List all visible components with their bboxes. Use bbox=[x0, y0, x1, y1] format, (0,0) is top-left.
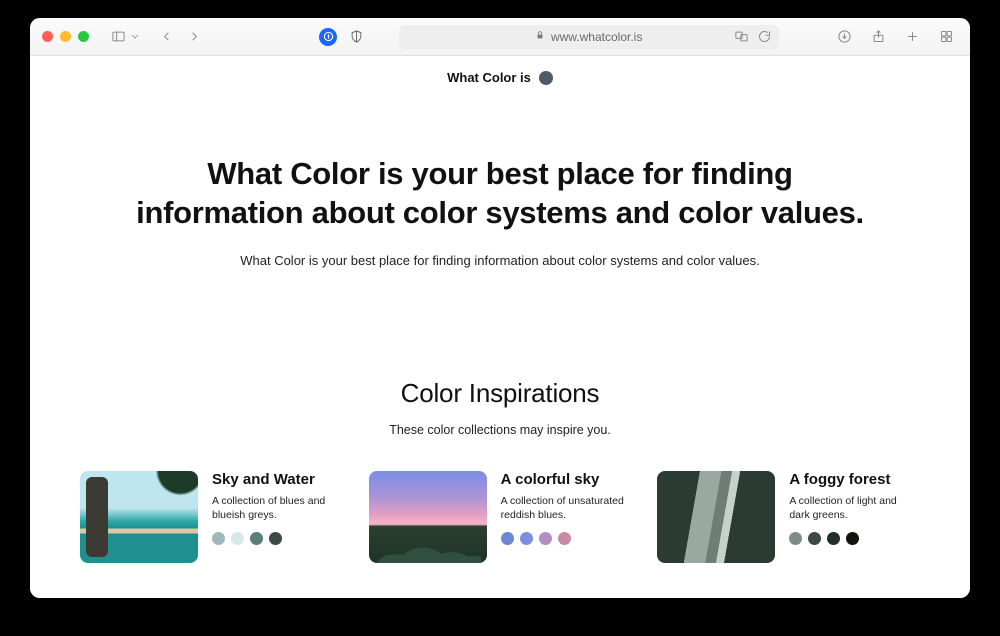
inspirations-heading: Color Inspirations bbox=[30, 378, 970, 409]
address-bar[interactable]: www.whatcolor.is bbox=[399, 25, 779, 49]
inspiration-cards: Sky and Water A collection of blues and … bbox=[30, 437, 970, 563]
browser-toolbar: www.whatcolor.is bbox=[30, 18, 970, 56]
color-swatch[interactable] bbox=[212, 532, 225, 545]
site-brand[interactable]: What Color is bbox=[30, 56, 970, 95]
inspiration-card[interactable]: Sky and Water A collection of blues and … bbox=[80, 471, 343, 563]
inspiration-thumbnail bbox=[369, 471, 487, 563]
new-tab-button[interactable] bbox=[902, 26, 924, 48]
close-window-button[interactable] bbox=[42, 31, 53, 42]
privacy-shield-icon[interactable] bbox=[345, 26, 367, 48]
lock-icon bbox=[535, 30, 545, 43]
sidebar-toggle-button[interactable] bbox=[107, 26, 129, 48]
inspiration-description: A collection of light and dark greens. bbox=[789, 494, 920, 522]
inspirations-section: Color Inspirations These color collectio… bbox=[30, 378, 970, 563]
swatch-row bbox=[212, 532, 343, 545]
inspiration-description: A collection of unsaturated reddish blue… bbox=[501, 494, 632, 522]
hero-headline: What Color is your best place for findin… bbox=[130, 155, 870, 233]
back-button[interactable] bbox=[155, 26, 177, 48]
url-text: www.whatcolor.is bbox=[551, 30, 642, 44]
downloads-button[interactable] bbox=[834, 26, 856, 48]
forward-button[interactable] bbox=[183, 26, 205, 48]
share-button[interactable] bbox=[868, 26, 890, 48]
brand-dot-icon bbox=[539, 71, 553, 85]
hero-section: What Color is your best place for findin… bbox=[30, 95, 970, 268]
inspiration-title: A colorful sky bbox=[501, 471, 632, 488]
color-swatch[interactable] bbox=[250, 532, 263, 545]
reader-translate-icon[interactable] bbox=[733, 29, 751, 45]
color-swatch[interactable] bbox=[789, 532, 802, 545]
color-swatch[interactable] bbox=[846, 532, 859, 545]
inspiration-title: A foggy forest bbox=[789, 471, 920, 488]
minimize-window-button[interactable] bbox=[60, 31, 71, 42]
color-swatch[interactable] bbox=[269, 532, 282, 545]
color-swatch[interactable] bbox=[808, 532, 821, 545]
browser-window: www.whatcolor.is bbox=[30, 18, 970, 598]
maximize-window-button[interactable] bbox=[78, 31, 89, 42]
page-content: What Color is What Color is your best pl… bbox=[30, 56, 970, 598]
color-swatch[interactable] bbox=[520, 532, 533, 545]
sidebar-menu-chevron-icon[interactable] bbox=[129, 26, 141, 48]
extension-1password-icon[interactable] bbox=[319, 28, 337, 46]
inspiration-description: A collection of blues and blueish greys. bbox=[212, 494, 343, 522]
color-swatch[interactable] bbox=[558, 532, 571, 545]
tab-overview-button[interactable] bbox=[936, 26, 958, 48]
window-controls bbox=[42, 31, 89, 42]
hero-subline: What Color is your best place for findin… bbox=[110, 253, 890, 268]
color-swatch[interactable] bbox=[231, 532, 244, 545]
swatch-row bbox=[501, 532, 632, 545]
color-swatch[interactable] bbox=[539, 532, 552, 545]
inspiration-card[interactable]: A colorful sky A collection of unsaturat… bbox=[369, 471, 632, 563]
inspirations-subheading: These color collections may inspire you. bbox=[30, 423, 970, 437]
inspiration-thumbnail bbox=[657, 471, 775, 563]
swatch-row bbox=[789, 532, 920, 545]
inspiration-thumbnail bbox=[80, 471, 198, 563]
inspiration-title: Sky and Water bbox=[212, 471, 343, 488]
color-swatch[interactable] bbox=[827, 532, 840, 545]
reload-button[interactable] bbox=[757, 29, 773, 45]
brand-label: What Color is bbox=[447, 70, 531, 85]
inspiration-card[interactable]: A foggy forest A collection of light and… bbox=[657, 471, 920, 563]
color-swatch[interactable] bbox=[501, 532, 514, 545]
